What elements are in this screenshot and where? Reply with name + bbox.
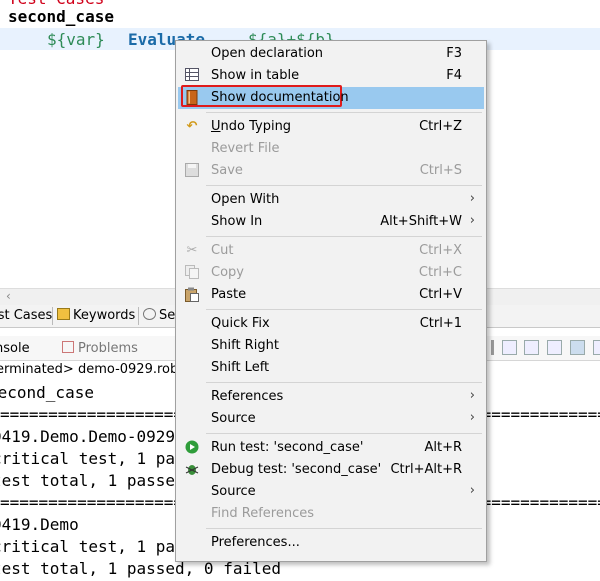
- keywords-icon: [57, 308, 70, 320]
- menu-item-paste[interactable]: Paste Ctrl+V: [178, 284, 484, 306]
- menu-item-show-documentation[interactable]: Show documentation: [178, 85, 484, 109]
- menu-item-undo-typing[interactable]: ↶ Undo Typing Ctrl+Z: [178, 116, 484, 138]
- menu-item-references[interactable]: References ›: [178, 386, 484, 408]
- scroll-lock-icon[interactable]: [524, 340, 539, 355]
- console-line: test total, 1 passe: [0, 471, 176, 490]
- menu-item-open-declaration[interactable]: Open declaration F3: [178, 43, 484, 65]
- console-line: critical test, 1 pa: [0, 449, 176, 468]
- debug-icon: [184, 462, 200, 478]
- paste-icon: [184, 287, 200, 303]
- menu-item-preferences[interactable]: Preferences...: [178, 532, 484, 554]
- menu-item-open-with[interactable]: Open With ›: [178, 189, 484, 211]
- book-icon: [184, 90, 200, 106]
- console-line: 0419.Demo: [0, 515, 79, 534]
- save-icon: [184, 163, 200, 179]
- gear-icon: [143, 308, 156, 320]
- toolbar-separator: [491, 340, 494, 355]
- pin-console-icon[interactable]: [570, 340, 585, 355]
- submenu-arrow-icon: ›: [469, 388, 475, 403]
- menu-item-run-test[interactable]: Run test: 'second_case' Alt+R: [178, 437, 484, 459]
- copy-icon: [184, 265, 200, 281]
- context-menu: Open declaration F3 Show in table F4 Sho…: [175, 40, 487, 562]
- submenu-arrow-icon: ›: [469, 410, 475, 425]
- scissors-icon: ✂: [186, 243, 198, 258]
- tab-keywords[interactable]: Keywords: [57, 308, 135, 323]
- menu-item-shift-left[interactable]: Shift Left: [178, 357, 484, 379]
- menu-item-shift-right[interactable]: Shift Right: [178, 335, 484, 357]
- tab-problems[interactable]: Problems: [62, 341, 138, 356]
- menu-item-find-references: Find References: [211, 506, 315, 521]
- display-console-icon[interactable]: [593, 340, 600, 355]
- submenu-arrow-icon: ›: [469, 483, 475, 498]
- console-line: second_case: [0, 383, 94, 402]
- menu-item-revert-file: Revert File: [211, 141, 280, 156]
- submenu-arrow-icon: ›: [469, 191, 475, 206]
- console-line: 0419.Demo.Demo-0929: [0, 427, 176, 446]
- console-line: test total, 1 passed, 0 failed: [0, 559, 281, 578]
- tab-test-cases[interactable]: Test Cases: [0, 308, 52, 323]
- menu-item-copy: Copy Ctrl+C: [178, 262, 484, 284]
- menu-item-source-2[interactable]: Source ›: [178, 481, 484, 503]
- test-case-name: second_case: [8, 7, 114, 26]
- menu-item-source[interactable]: Source ›: [178, 408, 484, 430]
- menu-item-quick-fix[interactable]: Quick Fix Ctrl+1: [178, 313, 484, 335]
- menu-item-show-in[interactable]: Show In Alt+Shift+W ›: [178, 211, 484, 233]
- variable-token: ${var}: [47, 30, 105, 49]
- tab-console[interactable]: Console: [0, 341, 30, 356]
- problems-icon: [62, 341, 74, 353]
- submenu-arrow-icon: ›: [469, 213, 475, 228]
- menu-item-debug-test[interactable]: Debug test: 'second_case' Ctrl+Alt+R: [178, 459, 484, 481]
- table-icon: [184, 68, 200, 84]
- scroll-left-icon[interactable]: ‹: [6, 289, 11, 303]
- console-line: critical test, 1 pa: [0, 537, 176, 556]
- tab-settings[interactable]: Se: [143, 308, 175, 323]
- menu-item-save: Save Ctrl+S: [178, 160, 484, 182]
- menu-item-cut: ✂ Cut Ctrl+X: [178, 240, 484, 262]
- undo-icon: ↶: [186, 119, 198, 134]
- word-wrap-icon[interactable]: [547, 340, 562, 355]
- menu-item-show-in-table[interactable]: Show in table F4: [178, 65, 484, 87]
- run-icon: [184, 440, 200, 456]
- clear-console-icon[interactable]: [502, 340, 517, 355]
